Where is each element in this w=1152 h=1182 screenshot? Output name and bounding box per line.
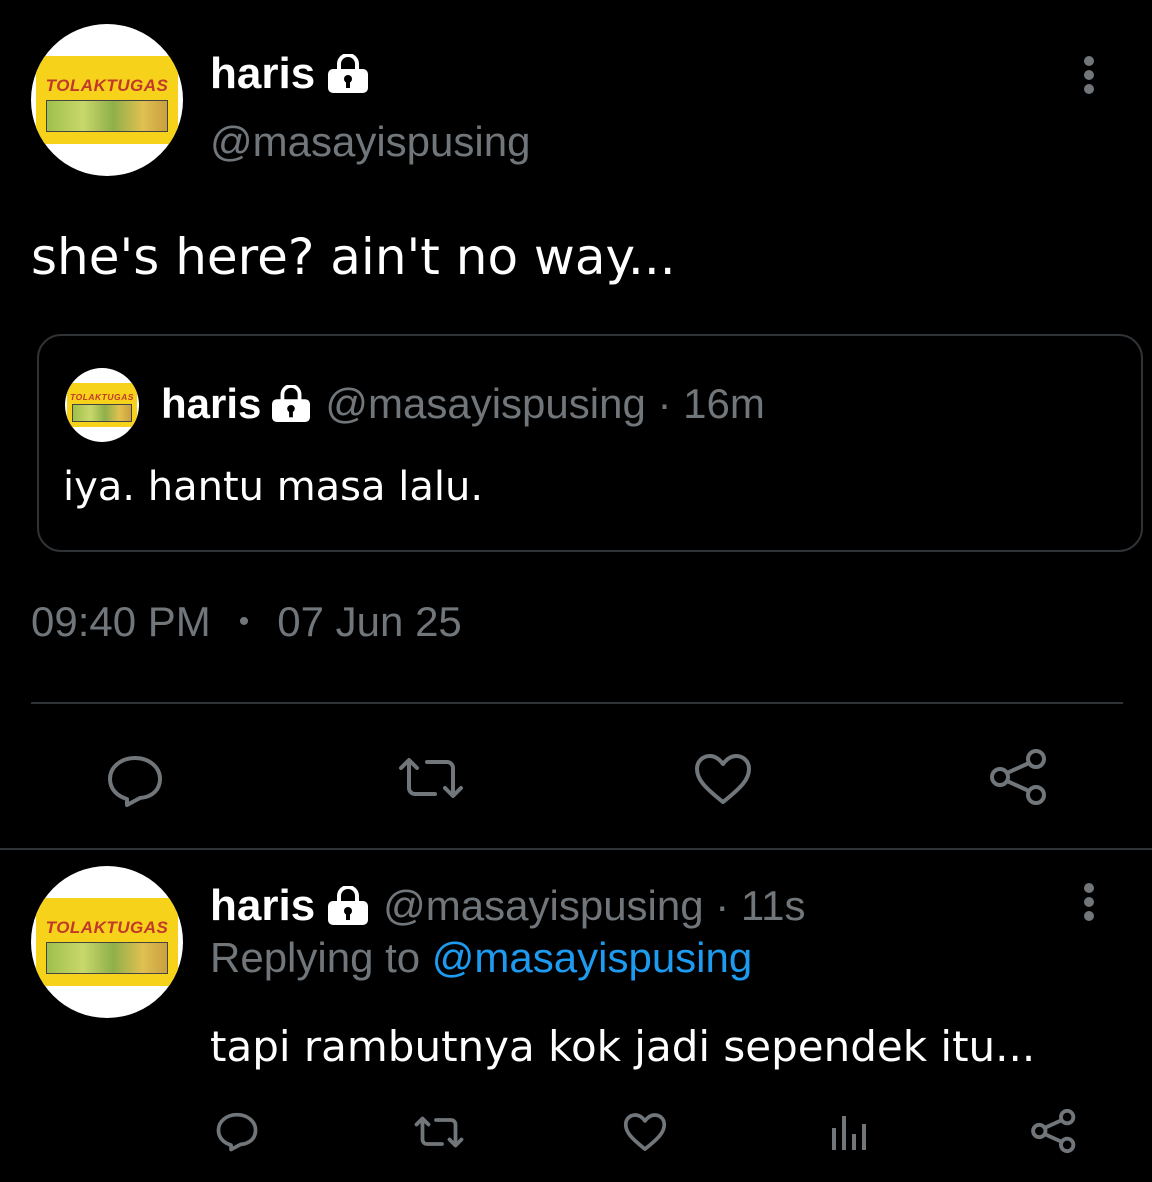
replying-to-handle[interactable]: @masayispusing [432,934,752,981]
quoted-author-name: haris [161,380,262,427]
quoted-author-line: haris @masayispusing · 16m [161,376,765,432]
quoted-avatar-logo-art [72,404,132,422]
divider [31,702,1123,704]
reply-avatar[interactable]: TOLAKTUGAS [31,866,183,1018]
replying-to: Replying to @masayispusing [210,934,752,982]
quoted-avatar-logo: TOLAKTUGAS [67,383,137,427]
tweet-timestamp: 09:40 PM • 07 Jun 25 [31,598,462,646]
reply-text: tapi rambutnya kok jadi sependek itu... [210,1022,1036,1071]
tweet-date: 07 Jun 25 [277,598,462,645]
avatar[interactable]: TOLAKTUGAS [31,24,183,176]
avatar-logo-text: TOLAKTUGAS [45,76,169,95]
reply-icon[interactable] [104,752,166,808]
reply-author-name[interactable]: haris [210,881,315,931]
section-divider [0,848,1152,850]
quoted-avatar-logo-text: TOLAKTUGAS [70,392,134,402]
quoted-tweet[interactable]: TOLAKTUGAS haris @masayispusing · 16m iy… [37,334,1143,552]
author-name[interactable]: haris [210,49,315,99]
tweet-text: she's here? ain't no way... [31,228,676,286]
reply-icon[interactable] [214,1110,260,1152]
reply-author-line: haris @masayispusing · 11s [210,878,806,934]
lock-icon [325,54,371,94]
lock-icon [269,385,313,423]
analytics-icon[interactable] [828,1110,870,1152]
reply-avatar-logo-text: TOLAKTUGAS [45,918,169,937]
retweet-icon[interactable] [412,1112,466,1152]
avatar-logo-art [46,100,168,132]
like-icon[interactable] [692,752,754,806]
reply-meta: @masayispusing · 11s [383,882,806,929]
timestamp-separator: • [238,605,250,638]
author-line: haris [210,46,371,102]
reply-avatar-logo-art [46,942,168,974]
quoted-avatar: TOLAKTUGAS [65,368,139,442]
avatar-logo: TOLAKTUGAS [36,56,178,144]
lock-icon [325,886,371,926]
like-icon[interactable] [622,1112,668,1152]
more-vertical-icon[interactable] [1078,55,1100,97]
retweet-icon[interactable] [395,752,467,804]
reply-avatar-logo: TOLAKTUGAS [36,898,178,986]
share-icon[interactable] [988,748,1050,806]
share-icon[interactable] [1030,1108,1078,1154]
replying-to-label: Replying to [210,934,421,981]
quoted-meta: @masayispusing · 16m [325,380,765,427]
more-vertical-icon[interactable] [1078,882,1100,924]
author-handle[interactable]: @masayispusing [210,118,530,166]
quoted-text: iya. hantu masa lalu. [63,464,484,510]
tweet-time: 09:40 PM [31,598,211,645]
